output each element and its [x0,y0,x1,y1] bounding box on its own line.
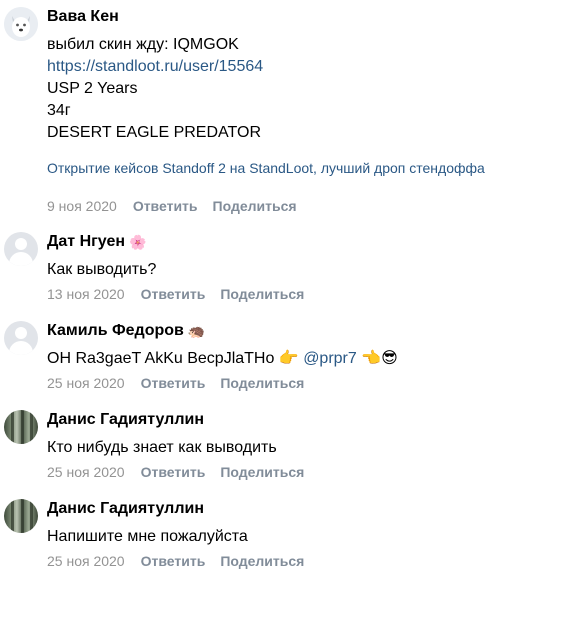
reply-button[interactable]: Ответить [133,197,198,215]
profile-link[interactable]: https://standloot.ru/user/15564 [47,58,263,75]
avatar[interactable] [4,499,38,533]
comment-author[interactable]: Вава Кен [47,7,586,27]
author-name[interactable]: Данис Гадиятуллин [47,499,204,519]
author-name[interactable]: Камиль Федоров [47,321,184,341]
user-silhouette-icon [15,238,27,250]
text-part: ОН Ra3gaeT AkKu BecpJlaTHo 👉 [47,350,304,367]
comments-list: Вава Кен выбил скин жду: IQMGOK https://… [0,7,586,570]
author-name[interactable]: Вава Кен [47,7,119,27]
comment-date[interactable]: 25 ноя 2020 [47,463,125,481]
reply-button[interactable]: Ответить [141,463,206,481]
comment-author[interactable]: Данис Гадиятуллин [47,499,586,519]
comment-meta: 25 ноя 2020 Ответить Поделиться [47,374,586,392]
reply-button[interactable]: Ответить [141,374,206,392]
comment-date[interactable]: 9 ноя 2020 [47,197,117,215]
comment-text: Кто нибудь знает как выводить [47,439,277,456]
text-line: USP 2 Years [47,80,138,97]
share-button[interactable]: Поделиться [213,197,297,215]
link-preview-title[interactable]: Открытие кейсов Standoff 2 на StandLoot,… [47,159,586,177]
share-button[interactable]: Поделиться [220,374,304,392]
share-button[interactable]: Поделиться [220,463,304,481]
reply-button[interactable]: Ответить [141,285,206,303]
text-line: 34г [47,102,71,119]
comment-date[interactable]: 25 ноя 2020 [47,552,125,570]
avatar[interactable] [4,321,38,355]
comment-text: Как выводить? [47,261,157,278]
share-button[interactable]: Поделиться [220,552,304,570]
comment-meta: 13 ноя 2020 Ответить Поделиться [47,285,586,303]
hedgehog-icon: 🦔 [187,323,206,339]
author-name[interactable]: Данис Гадиятуллин [47,410,204,430]
avatar[interactable] [4,410,38,444]
comment-date[interactable]: 25 ноя 2020 [47,374,125,392]
comment-item: Данис Гадиятуллин Напишите мне пожалуйст… [0,499,586,570]
comment-date[interactable]: 13 ноя 2020 [47,285,125,303]
share-button[interactable]: Поделиться [220,285,304,303]
comment-item: Дат Нгуен 🌸 Как выводить? 13 ноя 2020 От… [0,232,586,303]
dog-icon [4,7,38,41]
flower-icon: 🌸 [129,234,147,250]
author-name[interactable]: Дат Нгуен [47,232,125,252]
text-part: 👈😎 [356,350,398,367]
comment-item: Вава Кен выбил скин жду: IQMGOK https://… [0,7,586,215]
comment-meta: 25 ноя 2020 Ответить Поделиться [47,552,586,570]
comment-author[interactable]: Дат Нгуен 🌸 [47,232,586,252]
comment-item: Камиль Федоров 🦔 ОН Ra3gaeT AkKu BecpJla… [0,321,586,392]
comment-text: Напишите мне пожалуйста [47,528,248,545]
avatar[interactable] [4,232,38,266]
comment-item: Данис Гадиятуллин Кто нибудь знает как в… [0,410,586,481]
user-silhouette-icon [15,327,27,339]
text-line: DESERT EAGLE PREDATOR [47,124,261,141]
comment-text: выбил скин жду: IQMGOK https://standloot… [47,34,586,144]
comment-text: ОН Ra3gaeT AkKu BecpJlaTHo 👉 @prpr7 👈😎 [47,348,586,370]
reply-button[interactable]: Ответить [141,552,206,570]
comment-author[interactable]: Данис Гадиятуллин [47,410,586,430]
comment-author[interactable]: Камиль Федоров 🦔 [47,321,586,341]
comment-meta: 25 ноя 2020 Ответить Поделиться [47,463,586,481]
user-mention-link[interactable]: @prpr7 [303,350,357,367]
avatar[interactable] [4,7,38,41]
comment-meta: 9 ноя 2020 Ответить Поделиться [47,197,586,215]
text-line: выбил скин жду: IQMGOK [47,36,239,53]
